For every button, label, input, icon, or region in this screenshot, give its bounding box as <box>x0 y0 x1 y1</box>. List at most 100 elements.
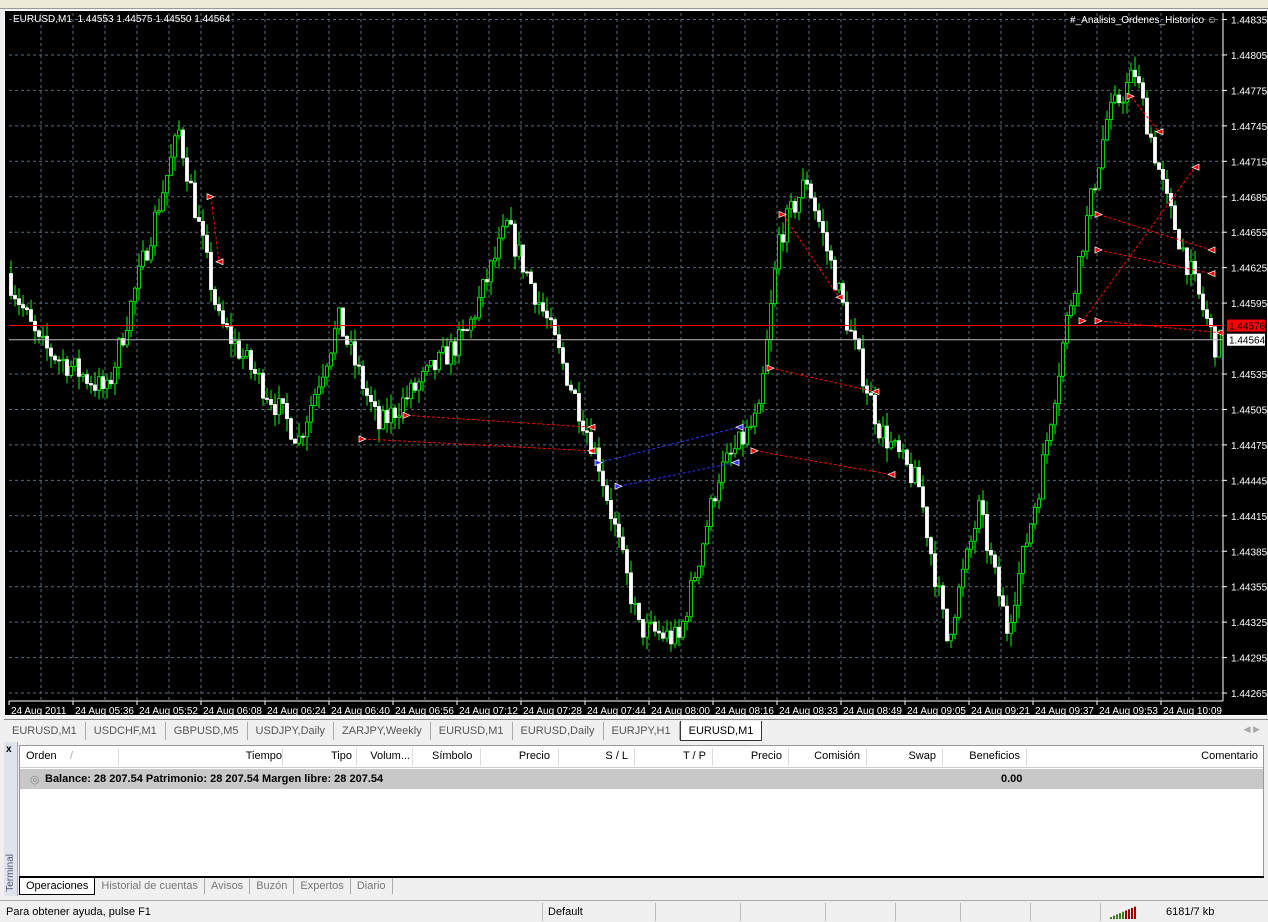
time-label: 24 Aug 08:00 <box>651 706 710 715</box>
candle-body <box>949 633 953 642</box>
column-header[interactable]: Swap <box>908 750 936 762</box>
candle-body <box>1129 69 1133 83</box>
price-tick-label: 1.44625 <box>1231 264 1267 275</box>
candle-body <box>781 234 785 243</box>
price-tick-label: 1.44415 <box>1231 512 1267 523</box>
candle-body <box>293 438 297 444</box>
candle-body <box>493 257 497 262</box>
terminal-tab[interactable]: Avisos <box>205 878 251 894</box>
column-header[interactable]: Tipo <box>331 750 352 762</box>
column-header[interactable]: S / L <box>605 750 628 762</box>
column-header[interactable]: Precio <box>519 750 550 762</box>
price-tick-label: 1.44805 <box>1231 51 1267 62</box>
chart-tab[interactable]: ZARJPY,Weekly <box>334 722 431 740</box>
price-chart[interactable]: 1.44835 1.44805 1.44775 1.44745 1.44715 1.446… <box>5 11 1267 715</box>
column-header[interactable]: Beneficios <box>969 750 1020 762</box>
candle-body <box>677 626 681 638</box>
candle-body <box>1005 605 1009 634</box>
price-tick-label: 1.44355 <box>1231 583 1267 594</box>
candle-body <box>809 183 813 199</box>
column-header[interactable]: Símbolo <box>432 750 472 762</box>
expert-advisor-label[interactable]: #_Analisis_Ordenes_Historico ☺ <box>1070 15 1217 26</box>
candle-body <box>1053 403 1057 426</box>
trade-open-arrow-icon <box>1094 246 1103 254</box>
candle-body <box>233 340 237 344</box>
column-header[interactable]: Tiempo <box>246 750 282 762</box>
candle-body <box>65 359 69 376</box>
column-header[interactable]: Volum... <box>370 750 410 762</box>
candle-body <box>49 347 53 357</box>
ask-price-label: 1.44576 <box>1229 322 1266 333</box>
candle-body <box>469 318 473 331</box>
chart-tab[interactable]: EURUSD,M1 <box>4 722 86 740</box>
candle-body <box>953 616 957 635</box>
status-bar: Para obtener ayuda, pulse F1 Default 618… <box>0 900 1268 922</box>
candle-body <box>1105 119 1109 141</box>
candle-body <box>353 341 357 366</box>
chart-tab[interactable]: EURUSD,M1 <box>431 722 513 740</box>
candle-body <box>177 129 181 137</box>
candle-body <box>557 334 561 349</box>
trade-line <box>1130 95 1160 133</box>
close-icon[interactable]: x <box>6 744 12 755</box>
candle-body <box>389 407 393 424</box>
time-label: 24 Aug 09:53 <box>1099 706 1158 715</box>
candle-body <box>1121 101 1125 104</box>
chart-tab[interactable]: EURUSD,M1 <box>679 721 763 741</box>
candle-body <box>921 486 925 508</box>
candle-body <box>165 174 169 194</box>
candle-body <box>425 365 429 372</box>
column-header[interactable]: Comisión <box>814 750 860 762</box>
chart-tab[interactable]: USDCHF,M1 <box>86 722 166 740</box>
candle-body <box>821 221 825 233</box>
column-header[interactable]: T / P <box>683 750 706 762</box>
candle-body <box>405 397 409 400</box>
candle-body <box>913 467 917 484</box>
chart-window[interactable]: 1.44835 1.44805 1.44775 1.44745 1.44715 1.446… <box>4 10 1268 716</box>
candle-body <box>17 298 21 305</box>
column-header[interactable]: Comentario <box>1201 750 1258 762</box>
candle-body <box>281 398 285 404</box>
time-label: 24 Aug 07:44 <box>587 706 646 715</box>
candle-body <box>797 197 801 213</box>
chart-tab[interactable]: GBPUSD,M5 <box>166 722 248 740</box>
candle-body <box>669 630 673 645</box>
column-header[interactable]: Orden <box>26 750 57 762</box>
candle-body <box>73 358 77 367</box>
candle-body <box>429 359 433 367</box>
candle-body <box>181 129 185 159</box>
candle-body <box>825 232 829 252</box>
time-label: 24 Aug 06:40 <box>331 706 390 715</box>
candle-body <box>1057 375 1061 404</box>
help-text: Para obtener ayuda, pulse F1 <box>6 906 151 918</box>
candle-body <box>1213 326 1217 358</box>
trade-open-arrow-icon <box>1094 317 1103 325</box>
symbol-label: EURUSD,M1 <box>13 14 72 25</box>
candle-body <box>1069 305 1073 317</box>
candle-body <box>537 302 541 305</box>
balance-row[interactable]: ◎ Balance: 28 207.54 Patrimonio: 28 207.… <box>20 769 1263 789</box>
candle-body <box>685 616 689 622</box>
price-tick-label: 1.44535 <box>1231 370 1267 381</box>
candle-body <box>629 572 633 605</box>
terminal-tab[interactable]: Historial de cuentas <box>95 878 205 894</box>
candle-body <box>161 192 165 212</box>
column-header[interactable]: Precio <box>751 750 782 762</box>
candle-body <box>77 358 81 377</box>
chart-tab[interactable]: USDJPY,Daily <box>248 722 335 740</box>
terminal-tab[interactable]: Operaciones <box>19 878 96 895</box>
candle-body <box>877 423 881 439</box>
chart-tab[interactable]: EURUSD,Daily <box>513 722 604 740</box>
terminal-tab[interactable]: Diario <box>351 878 393 894</box>
terminal-tab[interactable]: Expertos <box>294 878 351 894</box>
terminal-tab[interactable]: Buzón <box>250 878 295 894</box>
chart-tab[interactable]: EURJPY,H1 <box>604 722 680 740</box>
candle-body <box>345 335 349 345</box>
candle-body <box>265 397 269 400</box>
candle-body <box>433 359 437 371</box>
traffic-text: 6181/7 kb <box>1166 906 1215 918</box>
candle-body <box>869 392 873 396</box>
tab-scroll-arrows[interactable]: ◀ ▶ <box>1244 724 1260 735</box>
candle-body <box>193 182 197 218</box>
candle-body <box>973 528 977 542</box>
